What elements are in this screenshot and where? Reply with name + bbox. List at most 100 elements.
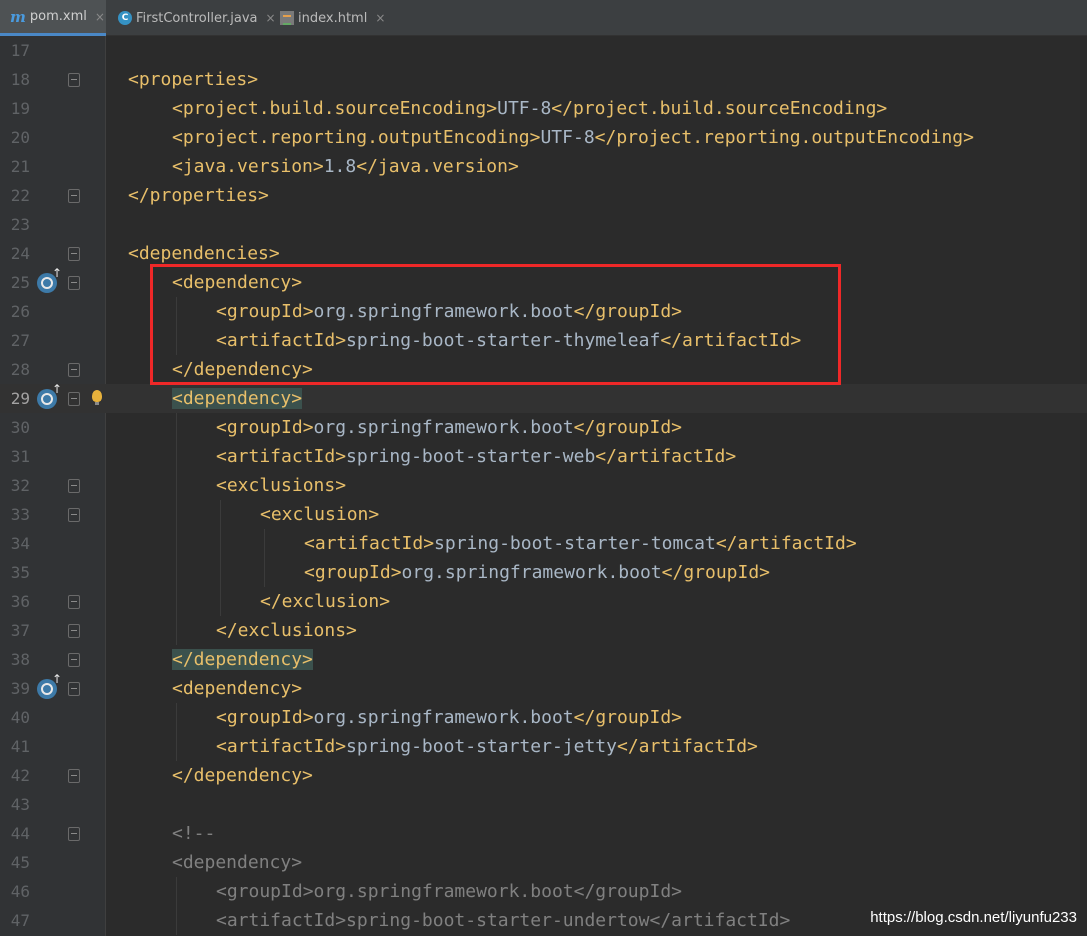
fold-marker-icon[interactable] xyxy=(68,247,80,261)
java-class-icon: C xyxy=(118,10,132,26)
line-number: 40 xyxy=(10,708,30,727)
code-value: spring-boot-starter-jetty xyxy=(346,736,617,757)
code-line[interactable]: 39 <dependency> xyxy=(0,672,1087,703)
fold-marker-icon[interactable] xyxy=(68,624,80,638)
code-tag: </groupId> xyxy=(573,417,683,438)
code-tag: <groupId> xyxy=(216,707,314,728)
code-line[interactable]: 34 <artifactId>spring-boot-starter-tomcat… xyxy=(0,529,1087,558)
code-text: <exclusion> xyxy=(260,500,379,529)
code-line[interactable]: 45 <dependency> xyxy=(0,848,1087,877)
code-tag: <project.build.sourceEncoding> xyxy=(172,98,498,119)
code-line[interactable]: 22 </properties> xyxy=(0,181,1087,210)
line-number: 33 xyxy=(10,505,30,524)
code-tag: <dependency> xyxy=(172,388,303,409)
fold-marker-icon[interactable] xyxy=(68,189,80,203)
line-number: 41 xyxy=(10,737,30,756)
code-value: org.springframework.boot xyxy=(401,562,662,583)
code-text: <artifactId>spring-boot-starter-undertow… xyxy=(216,906,790,935)
fold-marker-icon[interactable] xyxy=(68,682,80,696)
line-number: 32 xyxy=(10,476,30,495)
fold-marker-icon[interactable] xyxy=(68,363,80,377)
indent-guide xyxy=(176,616,177,645)
code-text: <project.reporting.outputEncoding>UTF-8<… xyxy=(172,123,974,152)
line-number: 20 xyxy=(10,128,30,147)
code-tag: </project.build.sourceEncoding> xyxy=(551,98,888,119)
fold-marker-icon[interactable] xyxy=(68,479,80,493)
code-tag: </groupId> xyxy=(661,562,771,583)
code-line[interactable]: 17 xyxy=(0,36,1087,65)
intention-bulb-icon[interactable] xyxy=(92,390,102,405)
code-line[interactable]: 42 </dependency> xyxy=(0,761,1087,790)
code-line[interactable]: 41 <artifactId>spring-boot-starter-jetty<… xyxy=(0,732,1087,761)
code-line[interactable]: 29 <dependency> xyxy=(0,382,1087,413)
indent-guide xyxy=(176,558,177,587)
indent-guide xyxy=(176,500,177,529)
code-text: <groupId>org.springframework.boot</group… xyxy=(216,703,682,732)
overrides-icon[interactable] xyxy=(37,382,62,409)
code-line[interactable]: 18 <properties> xyxy=(0,65,1087,94)
code-line[interactable]: 32 <exclusions> xyxy=(0,471,1087,500)
close-tab-icon[interactable]: × xyxy=(375,11,385,25)
code-comment: <!-- xyxy=(172,823,216,844)
code-text: <groupId>org.springframework.boot</group… xyxy=(304,558,770,587)
tab-firstcontroller-java[interactable]: C FirstController.java × xyxy=(108,0,276,36)
code-line[interactable]: 46 <groupId>org.springframework.boot</gro… xyxy=(0,877,1087,906)
line-number: 31 xyxy=(10,447,30,466)
fold-marker-icon[interactable] xyxy=(68,827,80,841)
fold-marker-icon[interactable] xyxy=(68,653,80,667)
tab-label: pom.xml xyxy=(29,9,87,24)
fold-marker-icon[interactable] xyxy=(68,595,80,609)
code-text: </properties> xyxy=(128,181,269,210)
fold-marker-icon[interactable] xyxy=(68,769,80,783)
line-number: 42 xyxy=(10,766,30,785)
code-line[interactable]: 31 <artifactId>spring-boot-starter-web</a… xyxy=(0,442,1087,471)
code-tag: </groupId> xyxy=(573,707,683,728)
code-tag: </artifactId> xyxy=(715,533,857,554)
code-line[interactable]: 43 xyxy=(0,790,1087,819)
code-line[interactable]: 21 <java.version>1.8</java.version> xyxy=(0,152,1087,181)
tab-pom-xml[interactable]: m pom.xml × xyxy=(0,0,106,36)
indent-guide xyxy=(220,558,221,587)
line-number: 25 xyxy=(10,273,30,292)
line-number: 46 xyxy=(10,882,30,901)
code-tag: </dependency> xyxy=(172,765,313,786)
code-line[interactable]: 35 <groupId>org.springframework.boot</gro… xyxy=(0,558,1087,587)
line-number: 23 xyxy=(10,215,30,234)
code-line[interactable]: 37 </exclusions> xyxy=(0,616,1087,645)
annotation-highlight-box xyxy=(150,264,841,385)
tab-index-html[interactable]: index.html × xyxy=(270,0,385,36)
maven-icon: m xyxy=(10,7,26,26)
tab-label: index.html xyxy=(298,10,368,26)
fold-marker-icon[interactable] xyxy=(68,392,80,406)
code-line[interactable]: 40 <groupId>org.springframework.boot</gro… xyxy=(0,703,1087,732)
code-tag: <dependency> xyxy=(172,678,303,699)
indent-guide xyxy=(220,500,221,529)
code-line[interactable]: 19 <project.build.sourceEncoding>UTF-8</p… xyxy=(0,94,1087,123)
code-line[interactable]: 38 </dependency> xyxy=(0,645,1087,674)
code-line[interactable]: 20 <project.reporting.outputEncoding>UTF-… xyxy=(0,123,1087,152)
html-file-icon xyxy=(280,10,294,26)
code-value: org.springframework.boot xyxy=(313,707,574,728)
overrides-icon[interactable] xyxy=(37,266,62,293)
editor-tab-bar: m pom.xml × C FirstController.java × index.htm… xyxy=(0,0,1087,36)
line-number: 26 xyxy=(10,302,30,321)
code-line[interactable]: 44 <!-- xyxy=(0,819,1087,848)
code-line[interactable]: 23 xyxy=(0,210,1087,239)
code-tag: <groupId> xyxy=(216,417,314,438)
overrides-icon[interactable] xyxy=(37,672,62,699)
fold-marker-icon[interactable] xyxy=(68,276,80,290)
indent-guide xyxy=(176,442,177,471)
code-tag: <exclusions> xyxy=(216,475,347,496)
code-line[interactable]: 33 <exclusion> xyxy=(0,500,1087,529)
line-number: 17 xyxy=(10,41,30,60)
code-tag: <groupId> xyxy=(304,562,402,583)
line-number: 47 xyxy=(10,911,30,930)
line-number: 21 xyxy=(10,157,30,176)
indent-guide xyxy=(264,558,265,587)
code-line[interactable]: 36 </exclusion> xyxy=(0,587,1087,616)
fold-marker-icon[interactable] xyxy=(68,508,80,522)
code-tag: </artifactId> xyxy=(616,736,758,757)
code-line[interactable]: 30 <groupId>org.springframework.boot</gro… xyxy=(0,413,1087,442)
fold-marker-icon[interactable] xyxy=(68,73,80,87)
close-tab-icon[interactable]: × xyxy=(95,10,105,24)
